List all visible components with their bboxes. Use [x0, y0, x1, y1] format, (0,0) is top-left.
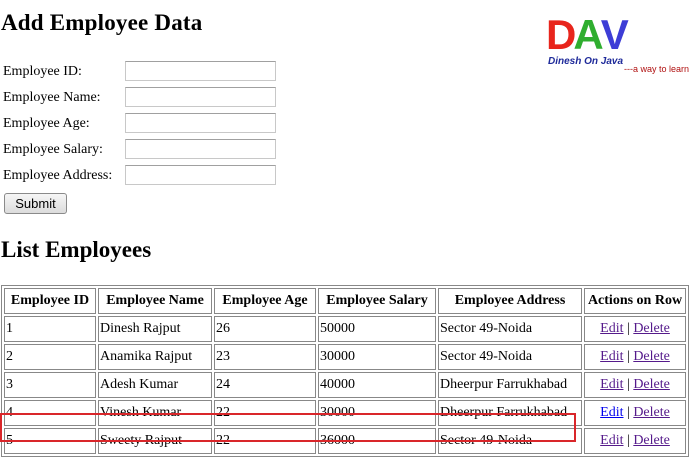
table-row: 4 Vinesh Kumar 22 30000 Dheerpur Farrukh… — [4, 400, 686, 426]
action-separator: | — [627, 405, 630, 420]
delete-link[interactable]: Delete — [633, 349, 670, 364]
column-header-employee-salary: Employee Salary — [318, 288, 436, 314]
employee-id-label: Employee ID: — [3, 64, 82, 79]
logo-name: Dinesh On Java — [548, 56, 624, 67]
cell-actions: Edit | Delete — [584, 316, 686, 342]
submit-button[interactable]: Submit — [4, 193, 67, 214]
edit-link[interactable]: Edit — [600, 349, 623, 364]
logo-letter-v: V — [600, 11, 629, 58]
table-row: 1 Dinesh Rajput 26 50000 Sector 49-Noida… — [4, 316, 686, 342]
employee-id-input[interactable] — [125, 61, 276, 81]
cell-employee-address: Sector 49-Noida — [438, 428, 582, 454]
employee-address-label: Employee Address: — [3, 168, 113, 183]
column-header-employee-name: Employee Name — [98, 288, 212, 314]
cell-employee-salary: 40000 — [318, 372, 436, 398]
list-title: List Employees — [1, 237, 152, 262]
cell-employee-age: 23 — [214, 344, 316, 370]
action-separator: | — [627, 349, 630, 364]
cell-employee-name: Adesh Kumar — [98, 372, 212, 398]
cell-employee-salary: 30000 — [318, 344, 436, 370]
cell-employee-address: Dheerpur Farrukhabad — [438, 372, 582, 398]
edit-link[interactable]: Edit — [600, 377, 623, 392]
cell-employee-address: Sector 49-Noida — [438, 344, 582, 370]
column-header-employee-address: Employee Address — [438, 288, 582, 314]
cell-employee-id: 2 — [4, 344, 96, 370]
cell-employee-salary: 30000 — [318, 400, 436, 426]
employee-salary-input[interactable] — [125, 139, 276, 159]
action-separator: | — [627, 321, 630, 336]
delete-link[interactable]: Delete — [633, 321, 670, 336]
employee-salary-label: Employee Salary: — [3, 142, 103, 157]
column-header-employee-id: Employee ID — [4, 288, 96, 314]
column-header-actions: Actions on Row — [584, 288, 686, 314]
page-title: Add Employee Data — [1, 10, 203, 35]
action-separator: | — [627, 377, 630, 392]
cell-actions: Edit | Delete — [584, 428, 686, 454]
cell-employee-id: 3 — [4, 372, 96, 398]
action-separator: | — [627, 433, 630, 448]
table-row: 2 Anamika Rajput 23 30000 Sector 49-Noid… — [4, 344, 686, 370]
logo-letter-d: D — [546, 11, 576, 58]
employee-table: Employee ID Employee Name Employee Age E… — [1, 285, 689, 457]
cell-employee-address: Dheerpur Farrukhabad — [438, 400, 582, 426]
cell-employee-age: 22 — [214, 400, 316, 426]
logo-tagline: ---a way to learn — [624, 64, 690, 74]
employee-name-input[interactable] — [125, 87, 276, 107]
delete-link[interactable]: Delete — [633, 405, 670, 420]
cell-employee-age: 26 — [214, 316, 316, 342]
employee-age-label: Employee Age: — [3, 116, 90, 131]
delete-link[interactable]: Delete — [633, 433, 670, 448]
cell-employee-name: Vinesh Kumar — [98, 400, 212, 426]
cell-employee-age: 22 — [214, 428, 316, 454]
table-row: 5 Sweety Rajput 22 36000 Sector 49-Noida… — [4, 428, 686, 454]
table-row: 3 Adesh Kumar 24 40000 Dheerpur Farrukha… — [4, 372, 686, 398]
cell-employee-salary: 50000 — [318, 316, 436, 342]
cell-employee-name: Sweety Rajput — [98, 428, 212, 454]
logo-letters: DAV — [546, 11, 629, 58]
cell-employee-id: 4 — [4, 400, 96, 426]
logo-letter-a: A — [573, 11, 603, 58]
delete-link[interactable]: Delete — [633, 377, 670, 392]
cell-employee-id: 1 — [4, 316, 96, 342]
employee-address-input[interactable] — [125, 165, 276, 185]
cell-employee-id: 5 — [4, 428, 96, 454]
cell-employee-name: Anamika Rajput — [98, 344, 212, 370]
cell-employee-name: Dinesh Rajput — [98, 316, 212, 342]
cell-actions: Edit | Delete — [584, 400, 686, 426]
edit-link[interactable]: Edit — [600, 321, 623, 336]
employee-name-label: Employee Name: — [3, 90, 101, 105]
cell-employee-salary: 36000 — [318, 428, 436, 454]
cell-employee-address: Sector 49-Noida — [438, 316, 582, 342]
logo: DAV Dinesh On Java ---a way to learn — [542, 14, 692, 78]
column-header-employee-age: Employee Age — [214, 288, 316, 314]
cell-actions: Edit | Delete — [584, 344, 686, 370]
cell-actions: Edit | Delete — [584, 372, 686, 398]
edit-link[interactable]: Edit — [600, 433, 623, 448]
cell-employee-age: 24 — [214, 372, 316, 398]
edit-link[interactable]: Edit — [600, 405, 623, 420]
table-header-row: Employee ID Employee Name Employee Age E… — [4, 288, 686, 314]
employee-age-input[interactable] — [125, 113, 276, 133]
